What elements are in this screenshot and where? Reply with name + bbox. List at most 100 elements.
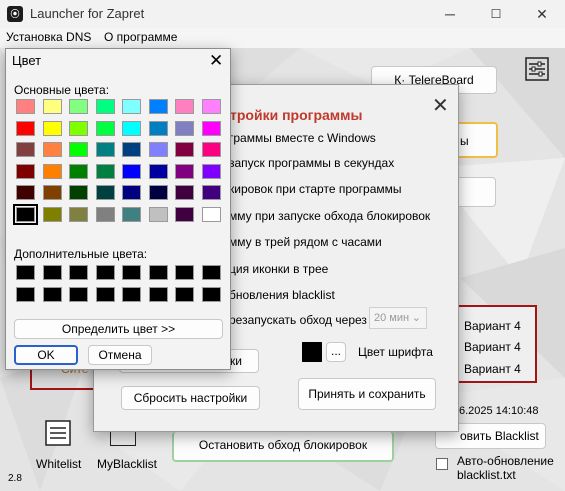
basic-color-swatch[interactable] — [201, 99, 221, 114]
restart-interval-select[interactable]: 20 мин ⌄ — [369, 307, 427, 329]
basic-color-swatch[interactable] — [122, 99, 141, 114]
basic-color-swatch[interactable] — [122, 142, 141, 157]
variant-1[interactable]: Вариант 4 — [464, 319, 521, 333]
basic-color-swatch[interactable] — [201, 163, 221, 179]
custom-color-swatch[interactable] — [42, 286, 62, 302]
basic-color-swatch[interactable] — [16, 163, 35, 179]
close-button[interactable]: ✕ — [519, 0, 565, 28]
basic-color-swatch[interactable] — [122, 120, 141, 136]
cancel-button[interactable]: Отмена — [88, 345, 152, 365]
custom-color-swatch[interactable] — [122, 265, 141, 280]
basic-color-swatch[interactable] — [175, 206, 194, 222]
basic-color-swatch[interactable] — [16, 185, 35, 200]
basic-color-swatch[interactable] — [69, 163, 88, 179]
basic-color-swatch[interactable] — [148, 185, 168, 200]
auto-update-checkbox[interactable] — [436, 458, 448, 470]
basic-color-swatch[interactable] — [69, 185, 88, 200]
basic-color-swatch[interactable] — [69, 142, 88, 157]
basic-color-swatch[interactable] — [148, 163, 168, 179]
color-dialog-close-icon[interactable]: ✕ — [209, 51, 223, 71]
app-icon: ⦿ — [7, 6, 23, 22]
custom-color-swatch[interactable] — [16, 286, 35, 302]
menu-bar: Установка DNS О программе — [0, 28, 565, 48]
basic-color-swatch[interactable] — [201, 206, 221, 222]
custom-colors-grid — [16, 265, 226, 305]
version-label: 2.8 — [8, 473, 22, 484]
ok-button[interactable]: OK — [14, 345, 78, 365]
reset-settings-button[interactable]: Сбросить настройки — [121, 386, 260, 410]
basic-color-swatch[interactable] — [148, 206, 168, 222]
myblacklist-icon[interactable] — [110, 432, 136, 446]
option-tray[interactable]: мму в трей рядом с часами — [229, 235, 382, 249]
option-icon-animation[interactable]: ция иконки в трее — [229, 262, 328, 276]
custom-color-swatch[interactable] — [69, 286, 88, 302]
basic-color-swatch[interactable] — [175, 163, 194, 179]
option-minimize-on-start[interactable]: мму при запуске обхода блокировок — [229, 209, 430, 223]
variant-2[interactable]: Вариант 4 — [464, 340, 521, 354]
basic-color-swatch[interactable] — [95, 185, 115, 200]
settings-sliders-icon[interactable] — [525, 57, 549, 81]
basic-color-swatch[interactable] — [95, 99, 115, 114]
custom-color-swatch[interactable] — [201, 286, 221, 302]
basic-color-swatch[interactable] — [95, 206, 115, 222]
variants-box: Вариант 4 Вариант 4 Вариант 4 — [456, 305, 537, 383]
menu-item-dns[interactable]: Установка DNS — [6, 30, 91, 44]
basic-color-swatch[interactable] — [42, 142, 62, 157]
custom-color-swatch[interactable] — [148, 286, 168, 302]
basic-color-swatch[interactable] — [201, 185, 221, 200]
basic-color-swatch[interactable] — [16, 142, 35, 157]
basic-color-swatch[interactable] — [42, 99, 62, 114]
maximize-button[interactable]: ☐ — [473, 0, 519, 28]
basic-color-swatch[interactable] — [95, 120, 115, 136]
minimize-button[interactable]: ─ — [427, 0, 473, 28]
custom-color-swatch[interactable] — [69, 265, 88, 280]
basic-color-swatch[interactable] — [16, 99, 35, 114]
option-restart-bypass[interactable]: резапускать обход через — [229, 313, 367, 327]
basic-color-swatch[interactable] — [16, 120, 35, 136]
basic-color-swatch[interactable] — [42, 120, 62, 136]
basic-color-swatch[interactable] — [95, 142, 115, 157]
custom-color-swatch[interactable] — [175, 286, 194, 302]
basic-color-swatch[interactable] — [148, 120, 168, 136]
whitelist-icon[interactable] — [45, 420, 71, 446]
basic-color-swatch[interactable] — [42, 163, 62, 179]
option-delay[interactable]: запуск программы в секундах — [229, 156, 394, 170]
save-settings-button[interactable]: Принять и сохранить — [298, 378, 436, 410]
basic-color-swatch[interactable] — [175, 99, 194, 114]
menu-item-about[interactable]: О программе — [104, 30, 177, 44]
basic-color-swatch[interactable] — [122, 185, 141, 200]
basic-color-swatch[interactable] — [95, 163, 115, 179]
font-color-pick-button[interactable]: ... — [326, 342, 346, 362]
basic-color-swatch[interactable] — [42, 185, 62, 200]
basic-color-swatch[interactable] — [69, 99, 88, 114]
basic-color-swatch[interactable] — [201, 142, 221, 157]
basic-color-swatch[interactable] — [69, 120, 88, 136]
basic-color-swatch[interactable] — [175, 120, 194, 136]
basic-color-swatch[interactable] — [69, 206, 88, 222]
option-blacklist-update[interactable]: бновления blacklist — [229, 288, 335, 302]
custom-color-swatch[interactable] — [175, 265, 194, 280]
basic-color-swatch[interactable] — [201, 120, 221, 136]
variant-3[interactable]: Вариант 4 — [464, 362, 521, 376]
custom-color-swatch[interactable] — [95, 286, 115, 302]
basic-color-swatch[interactable] — [148, 99, 168, 114]
define-color-button[interactable]: Определить цвет >> — [14, 319, 223, 339]
custom-color-swatch[interactable] — [148, 265, 168, 280]
settings-close-icon[interactable]: ✕ — [432, 93, 449, 118]
basic-color-swatch[interactable] — [42, 206, 62, 222]
basic-color-swatch[interactable] — [175, 142, 194, 157]
option-start-bypass[interactable]: кировок при старте программы — [229, 182, 402, 196]
custom-color-swatch[interactable] — [95, 265, 115, 280]
custom-color-swatch[interactable] — [122, 286, 141, 302]
basic-color-swatch[interactable] — [122, 163, 141, 179]
custom-color-swatch[interactable] — [201, 265, 221, 280]
basic-color-swatch[interactable] — [122, 206, 141, 222]
basic-color-swatch[interactable] — [13, 203, 38, 225]
custom-color-swatch[interactable] — [42, 265, 62, 280]
stop-bypass-button[interactable]: Остановить обход блокировок — [172, 432, 394, 462]
basic-color-swatch[interactable] — [148, 142, 168, 157]
basic-color-swatch[interactable] — [175, 185, 194, 200]
custom-color-swatch[interactable] — [16, 265, 35, 280]
font-color-swatch — [302, 342, 322, 362]
option-autostart[interactable]: граммы вместе с Windows — [229, 131, 376, 145]
